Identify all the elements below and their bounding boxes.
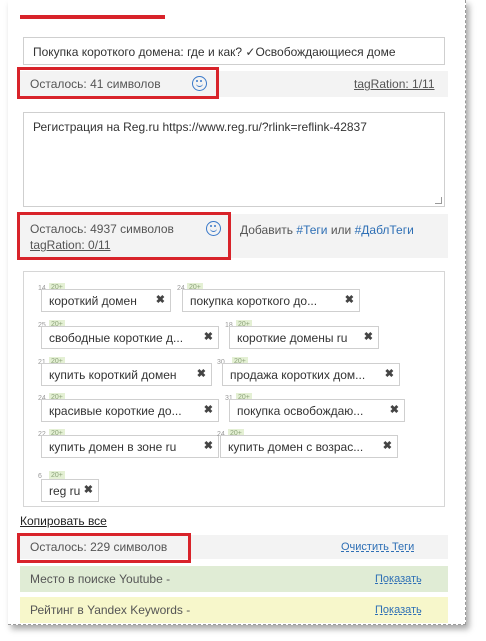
- remove-tag-icon[interactable]: ✖: [204, 439, 213, 452]
- remove-tag-icon[interactable]: ✖: [390, 403, 399, 416]
- resize-handle-icon[interactable]: [435, 197, 442, 204]
- copy-all-link[interactable]: Копировать все: [20, 514, 107, 528]
- tag-chip[interactable]: короткий домен ✖: [41, 289, 171, 312]
- tag-chip[interactable]: купить домен в зоне ru ✖: [41, 435, 219, 458]
- remove-tag-icon[interactable]: ✖: [204, 403, 213, 416]
- tag-label: короткий домен: [49, 294, 137, 308]
- yandex-rating-row: Рейтинг в Yandex Keywords - Показать: [20, 597, 448, 623]
- tag-chip[interactable]: купить домен с возрас... ✖: [220, 435, 398, 458]
- show-youtube-position-link[interactable]: Показать: [375, 573, 422, 585]
- remove-tag-icon[interactable]: ✖: [383, 439, 392, 452]
- description-text: Регистрация на Reg.ru https://www.reg.ru…: [33, 120, 367, 134]
- tag-label: покупка освобождаю...: [237, 404, 364, 418]
- tag-label: красивые короткие до...: [49, 404, 182, 418]
- remove-tag-icon[interactable]: ✖: [345, 293, 354, 306]
- add-tags-line: Добавить #Теги или #ДаблТеги: [240, 223, 414, 237]
- active-tab-indicator: [20, 15, 165, 19]
- highlight-box: [17, 67, 219, 99]
- highlight-box: [17, 533, 191, 563]
- clear-tags-link[interactable]: Очистить Теги: [341, 541, 414, 553]
- tag-chip[interactable]: купить короткий домен ✖: [41, 363, 212, 386]
- tag-label: покупка короткого до...: [190, 294, 318, 308]
- tag-label: купить домен в зоне ru: [49, 440, 177, 454]
- tag-chip[interactable]: свободные короткие д... ✖: [41, 326, 219, 349]
- remove-tag-icon[interactable]: ✖: [197, 367, 206, 380]
- add-double-tags-link[interactable]: #ДаблТеги: [355, 223, 414, 237]
- youtube-position-row: Место в поиске Youtube - Показать: [20, 566, 448, 592]
- remove-tag-icon[interactable]: ✖: [84, 483, 93, 496]
- highlight-box: [17, 212, 231, 260]
- tag-chip[interactable]: покупка короткого до... ✖: [182, 289, 360, 312]
- tag-label: свободные короткие д...: [49, 331, 184, 345]
- title-tag-ration[interactable]: tagRation: 1/11: [354, 77, 435, 91]
- tags-container[interactable]: 14 20+ короткий домен ✖ 24 20+ покупка к…: [23, 271, 445, 507]
- tag-chip[interactable]: продажа коротких дом... ✖: [222, 363, 400, 386]
- show-yandex-rating-link[interactable]: Показать: [375, 604, 422, 616]
- tag-chip[interactable]: короткие домены ru ✖: [229, 326, 379, 349]
- remove-tag-icon[interactable]: ✖: [156, 293, 165, 306]
- remove-tag-icon[interactable]: ✖: [385, 367, 394, 380]
- tag-label: продажа коротких дом...: [230, 368, 366, 382]
- tag-label: reg ru: [49, 484, 81, 498]
- tag-label: купить короткий домен: [49, 368, 177, 382]
- tag-label: купить домен с возрас...: [228, 440, 364, 454]
- add-tags-or: или: [330, 223, 352, 237]
- add-tags-prefix: Добавить: [240, 223, 294, 237]
- yandex-rating-label: Рейтинг в Yandex Keywords -: [30, 603, 191, 617]
- tag-chip[interactable]: покупка освобождаю... ✖: [229, 399, 405, 422]
- youtube-position-label: Место в поиске Youtube -: [30, 572, 171, 586]
- add-hashtags-link[interactable]: #Теги: [296, 223, 327, 237]
- video-title-input[interactable]: Покупка короткого домена: где и как? ✓Ос…: [23, 37, 445, 65]
- video-description-textarea[interactable]: Регистрация на Reg.ru https://www.reg.ru…: [23, 112, 445, 207]
- tag-chip[interactable]: reg ru ✖: [41, 479, 99, 502]
- tag-label: короткие домены ru: [237, 331, 348, 345]
- remove-tag-icon[interactable]: ✖: [364, 330, 373, 343]
- remove-tag-icon[interactable]: ✖: [204, 330, 213, 343]
- tag-chip[interactable]: красивые короткие до... ✖: [41, 399, 219, 422]
